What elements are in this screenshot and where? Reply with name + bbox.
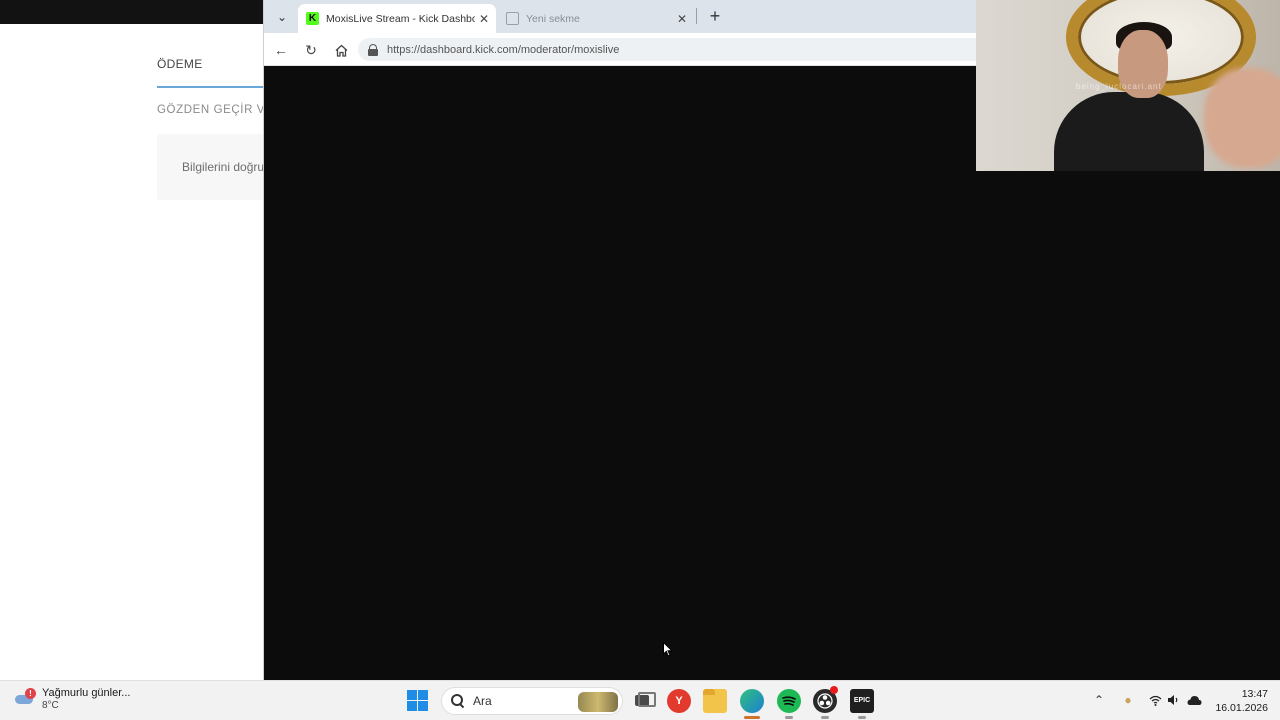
running-indicator [858,716,866,719]
step-review-label[interactable]: GÖZDEN GEÇİR VE [157,104,273,116]
webcam-overlay: being_iuclocari.ant [976,0,1280,171]
cursor-arrow-icon [663,642,673,657]
screen: ÖDEME GÖZDEN GEÇİR VE Bilgilerini doğru … [0,0,1280,720]
new-tab-icon [506,12,519,25]
home-button[interactable] [330,39,352,61]
tab-new-tab[interactable]: Yeni sekme ✕ [498,4,694,33]
obs-studio-icon[interactable] [813,686,838,713]
search-label: Ara [473,694,492,708]
chevron-down-icon: ⌄ [276,10,288,24]
rain-cloud-icon: ! [14,688,36,710]
yandex-browser-icon[interactable]: Y [667,689,691,713]
weather-widget[interactable]: ! Yağmurlu günler... 8°C [14,687,130,711]
kick-logo-icon: K [306,12,319,25]
close-tab-icon[interactable]: ✕ [673,12,691,26]
site-info-icon[interactable] [367,43,379,56]
tab-divider [696,8,697,24]
epic-games-icon[interactable]: EPIC [850,689,874,713]
file-explorer-icon[interactable] [703,689,727,713]
plus-icon: + [709,5,721,26]
obs-logo-icon [817,693,833,709]
running-indicator [744,716,760,719]
running-indicator [821,716,829,719]
windows-taskbar: ! Yağmurlu günler... 8°C Ara Y EPIC ⌃ ● … [0,680,1280,720]
epic-games-label: EPIC [853,697,871,704]
search-icon [451,694,465,708]
clock-date: 16.01.2026 [1215,702,1268,714]
spotify-icon[interactable] [777,689,801,713]
address-bar[interactable]: https://dashboard.kick.com/moderator/mox… [358,38,1078,61]
system-clock[interactable]: 13:47 16.01.2026 [1208,687,1268,715]
tab-title: MoxisLive Stream - Kick Dashboard [326,12,475,25]
weather-alert-badge: ! [25,688,36,699]
microphone-icon[interactable]: ● [1120,692,1136,708]
running-indicator [785,716,793,719]
close-tab-icon[interactable]: ✕ [475,12,493,26]
tab-kick-dashboard[interactable]: K MoxisLive Stream - Kick Dashboard ✕ [298,4,496,33]
show-hidden-icons-button[interactable]: ⌃ [1094,693,1104,707]
tab-search-button[interactable]: ⌄ [271,6,293,28]
volume-icon[interactable] [1165,692,1181,708]
edge-browser-icon[interactable] [740,689,764,713]
streamer-hand [1204,68,1280,168]
cloud-sync-icon[interactable] [1186,692,1202,708]
background-checkout-page [0,24,264,680]
step-active-underline [157,86,265,88]
weather-temperature: 8°C [42,700,59,711]
task-view-icon[interactable] [631,689,656,713]
new-tab-button[interactable]: + [704,5,726,27]
chevron-up-icon: ⌃ [1094,693,1105,707]
windows-logo-icon [407,690,417,700]
recording-dot-icon [830,686,838,694]
reload-button[interactable]: ↻ [300,39,322,61]
start-button[interactable] [407,690,428,711]
spotify-waves-icon [782,696,796,706]
clock-time: 13:47 [1241,688,1268,700]
webcam-watermark: being_iuclocari.ant [1076,82,1162,91]
tab-title: Yeni sekme [526,12,580,25]
reload-icon: ↻ [305,41,317,58]
back-button[interactable]: ← [270,39,292,61]
url-text: https://dashboard.kick.com/moderator/mox… [387,43,620,56]
info-card-text: Bilgilerini doğru [182,160,265,174]
taskbar-search[interactable]: Ara [441,687,623,715]
arrow-left-icon: ← [274,42,288,58]
weather-label: Yağmurlu günler... [42,687,131,699]
home-icon [335,44,347,57]
wifi-icon[interactable] [1147,692,1163,708]
step-payment-label[interactable]: ÖDEME [157,57,203,71]
search-highlight-image [578,692,618,712]
